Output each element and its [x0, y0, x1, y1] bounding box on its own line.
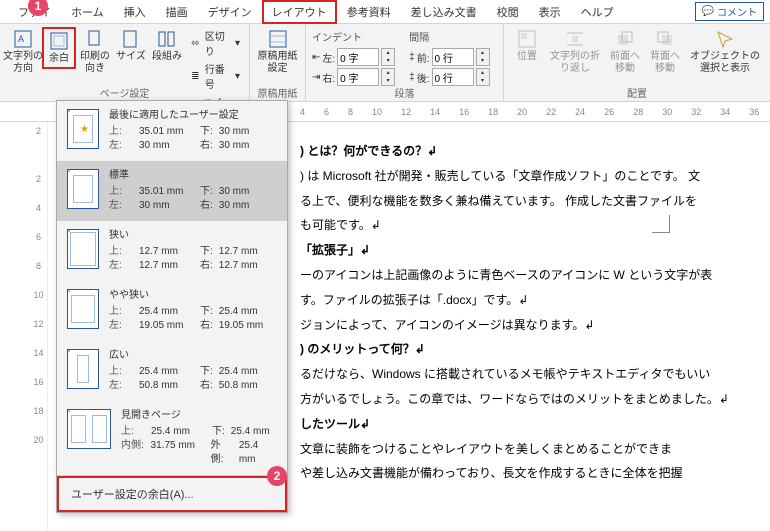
orientation-button[interactable]: 印刷の 向き: [78, 27, 112, 76]
doc-heading: 「拡張子」↲: [300, 239, 760, 262]
svg-text:A: A: [18, 34, 24, 44]
comment-icon: 💬: [702, 6, 714, 17]
group-label-para: 段落: [306, 85, 503, 100]
group-genkou: 原稿用紙 設定 原稿用紙: [250, 24, 306, 101]
tab-home[interactable]: ホーム: [61, 0, 114, 24]
doc-line: 方がいるでしょう。この章では、ワードならではのメリットをまとめました。↲: [300, 388, 760, 411]
doc-line: ジョンによって、アイコンのイメージは異なります。↲: [300, 314, 760, 337]
breaks-button[interactable]: ⬄区切り▾: [186, 27, 243, 59]
doc-heading: ) のメリットって何？↲: [300, 338, 760, 361]
callout-2: 2: [267, 466, 287, 486]
indent-right-input[interactable]: [337, 68, 379, 86]
group-page-setup: A文字列の 方向 余白 印刷の 向き サイズ 段組み ⬄区切り▾ ≣行番号▾ b…: [0, 24, 250, 101]
selection-pane-button[interactable]: オブジェクトの 選択と表示: [686, 27, 764, 76]
margin-icon: [67, 289, 99, 329]
preset-mirrored[interactable]: 見開きページ 上:25.4 mm下:25.4 mm 内側:31.75 mm外側:…: [57, 401, 287, 475]
wrap-text-button[interactable]: 文字列の折 り返し: [546, 27, 604, 76]
doc-heading: したツール↲: [300, 413, 760, 436]
spacing-before-spin[interactable]: ▴▾: [476, 48, 490, 66]
spacing-before-input[interactable]: [432, 48, 474, 66]
preset-normal[interactable]: 標準 上:35.01 mm下:30 mm 左:30 mm右:30 mm: [57, 161, 287, 221]
doc-line: る上で、便利な機能を数多く兼ね備えています。 作成した文書ファイルを: [300, 190, 760, 213]
doc-line: す。ファイルの拡張子は「.docx」です。↲: [300, 289, 760, 312]
margins-button[interactable]: 余白: [42, 27, 76, 69]
columns-button[interactable]: 段組み: [150, 27, 184, 65]
group-label-arrange: 配置: [504, 85, 770, 100]
custom-margins-item[interactable]: ユーザー設定の余白(A)... 2: [57, 476, 287, 512]
document-body[interactable]: ) とは？何ができるの？↲ ) は Microsoft 社が開発・販売している「…: [300, 140, 760, 487]
genkou-button[interactable]: 原稿用紙 設定: [256, 27, 299, 76]
group-label-page: ページ設定: [0, 85, 249, 100]
doc-line: も可能です。↲: [300, 214, 760, 237]
preset-wide[interactable]: 広い 上:25.4 mm下:25.4 mm 左:50.8 mm右:50.8 mm: [57, 341, 287, 401]
doc-line: ) は Microsoft 社が開発・販売している「文章作成ソフト」のことです。…: [300, 165, 760, 188]
tab-references[interactable]: 参考資料: [337, 0, 401, 24]
margin-icon: ★: [67, 109, 99, 149]
doc-line: 文章に装飾をつけることやレイアウトを美しくまとめることができま: [300, 438, 760, 461]
spacing-after-spin[interactable]: ▴▾: [476, 68, 490, 86]
size-button[interactable]: サイズ: [114, 27, 148, 65]
margin-icon: [67, 409, 111, 449]
tab-layout[interactable]: レイアウト: [262, 0, 337, 24]
comment-button[interactable]: 💬コメント: [695, 2, 764, 21]
margin-icon: [67, 169, 99, 209]
bring-forward-button[interactable]: 前面へ 移動: [606, 27, 644, 76]
indent-left-input[interactable]: [337, 48, 379, 66]
doc-heading: ) とは？何ができるの？↲: [300, 140, 760, 163]
margin-icon: [67, 229, 99, 269]
position-button[interactable]: 位置: [510, 27, 544, 65]
tab-design[interactable]: デザイン: [198, 0, 262, 24]
tab-review[interactable]: 校閲: [487, 0, 529, 24]
group-paragraph: インデント ⇤左:▴▾ ⇥右:▴▾ 間隔 ‡前:▴▾ ‡後:▴▾ 段落: [306, 24, 504, 101]
tab-insert[interactable]: 挿入: [114, 0, 156, 24]
doc-line: るだけなら、Windows に搭載されているメモ帳やテキストエディタでもいい: [300, 363, 760, 386]
text-direction-button[interactable]: A文字列の 方向: [6, 27, 40, 76]
preset-moderate[interactable]: やや狭い 上:25.4 mm下:25.4 mm 左:19.05 mm右:19.0…: [57, 281, 287, 341]
tab-mailings[interactable]: 差し込み文書: [401, 0, 487, 24]
ribbon-tabs: 1 ファイ ホーム 挿入 描画 デザイン レイアウト 参考資料 差し込み文書 校…: [0, 0, 770, 24]
ribbon: A文字列の 方向 余白 印刷の 向き サイズ 段組み ⬄区切り▾ ≣行番号▾ b…: [0, 24, 770, 102]
tab-help[interactable]: ヘルプ: [571, 0, 624, 24]
margins-dropdown: ★ 最後に適用したユーザー設定 上:35.01 mm下:30 mm 左:30 m…: [56, 100, 288, 513]
vertical-ruler[interactable]: 22468101214161820: [30, 122, 48, 531]
indent-right-spin[interactable]: ▴▾: [381, 68, 395, 86]
margin-icon: [67, 349, 99, 389]
spacing-after-input[interactable]: [432, 68, 474, 86]
preset-last-custom[interactable]: ★ 最後に適用したユーザー設定 上:35.01 mm下:30 mm 左:30 m…: [57, 101, 287, 161]
indent-controls: インデント ⇤左:▴▾ ⇥右:▴▾: [312, 29, 395, 86]
tab-draw[interactable]: 描画: [156, 0, 198, 24]
tab-view[interactable]: 表示: [529, 0, 571, 24]
group-arrange: 位置 文字列の折 り返し 前面へ 移動 背面へ 移動 オブジェクトの 選択と表示…: [504, 24, 770, 101]
preset-narrow[interactable]: 狭い 上:12.7 mm下:12.7 mm 左:12.7 mm右:12.7 mm: [57, 221, 287, 281]
indent-left-spin[interactable]: ▴▾: [381, 48, 395, 66]
group-label-paper: 原稿用紙: [250, 85, 305, 100]
doc-line: や差し込み文書機能が備わっており、長文を作成するときに全体を把握: [300, 462, 760, 485]
send-backward-button[interactable]: 背面へ 移動: [646, 27, 684, 76]
doc-line: ーのアイコンは上記画像のように青色ベースのアイコンに W という文字が表: [300, 264, 760, 287]
spacing-controls: 間隔 ‡前:▴▾ ‡後:▴▾: [409, 29, 489, 86]
